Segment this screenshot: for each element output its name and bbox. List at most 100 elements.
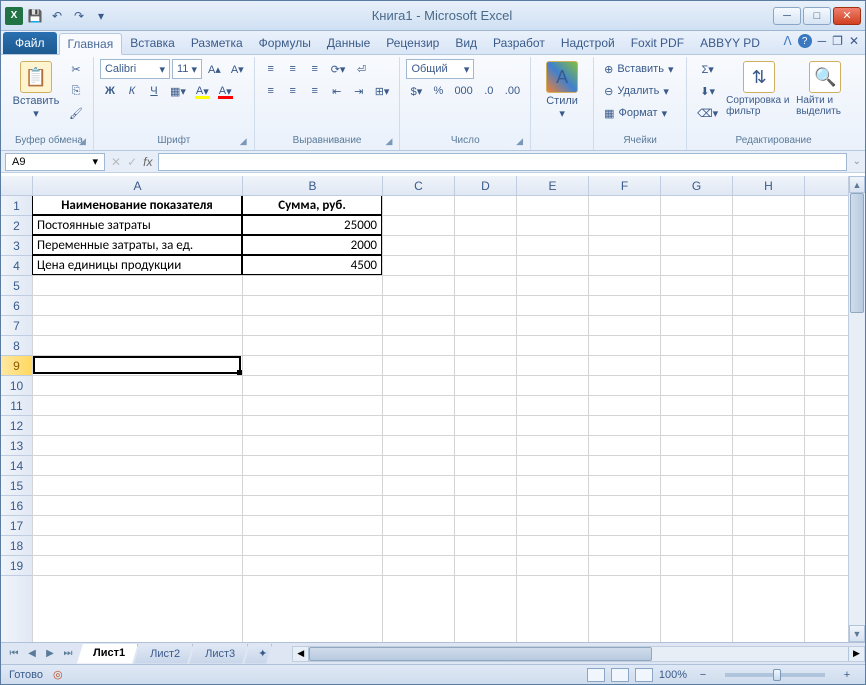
maximize-button[interactable]: □ xyxy=(803,7,831,25)
tab-formulas[interactable]: Формулы xyxy=(251,32,319,54)
cells-grid[interactable]: Наименование показателяСумма, руб.Постоя… xyxy=(33,196,865,642)
column-header-E[interactable]: E xyxy=(517,176,589,195)
cut-button[interactable]: ✂ xyxy=(65,59,87,79)
vertical-scrollbar[interactable]: ▲ ▼ xyxy=(848,176,865,642)
insert-cells-button[interactable]: ⊕ Вставить ▾ xyxy=(600,59,680,79)
cell-B1[interactable]: Сумма, руб. xyxy=(242,196,382,215)
row-header-15[interactable]: 15 xyxy=(1,476,33,496)
tab-insert[interactable]: Вставка xyxy=(122,32,183,54)
alignment-dialog-icon[interactable]: ◢ xyxy=(385,136,397,148)
row-header-11[interactable]: 11 xyxy=(1,396,33,416)
cancel-icon[interactable]: ✕ xyxy=(111,155,121,169)
cell-A2[interactable]: Постоянные затраты xyxy=(32,215,242,235)
border-button[interactable]: ▦▾ xyxy=(166,81,190,101)
cell-A1[interactable]: Наименование показателя xyxy=(32,196,242,215)
qat-dropdown[interactable]: ▾ xyxy=(91,6,111,26)
row-header-13[interactable]: 13 xyxy=(1,436,33,456)
cell-B4[interactable]: 4500 xyxy=(242,255,382,275)
redo-button[interactable]: ↷ xyxy=(69,6,89,26)
sheet-tab-1[interactable]: Лист1 xyxy=(77,644,138,664)
save-button[interactable]: 💾 xyxy=(25,6,45,26)
vscroll-thumb[interactable] xyxy=(850,193,864,313)
minimize-ribbon-icon[interactable]: ᐱ xyxy=(783,34,791,48)
doc-close-icon[interactable]: ✕ xyxy=(849,34,859,48)
tab-view[interactable]: Вид xyxy=(447,32,485,54)
view-page-break-button[interactable] xyxy=(635,668,653,682)
font-color-button[interactable]: A▾ xyxy=(215,81,236,101)
clear-button[interactable]: ⌫▾ xyxy=(693,103,722,123)
fx-icon[interactable]: fx xyxy=(143,155,152,169)
row-header-12[interactable]: 12 xyxy=(1,416,33,436)
cell-B3[interactable]: 2000 xyxy=(242,235,382,255)
shrink-font-button[interactable]: A▾ xyxy=(227,59,248,79)
tab-data[interactable]: Данные xyxy=(319,32,378,54)
column-header-A[interactable]: A xyxy=(33,176,243,195)
comma-button[interactable]: 000 xyxy=(450,81,476,101)
row-header-19[interactable]: 19 xyxy=(1,556,33,576)
copy-button[interactable]: ⎘ xyxy=(65,81,87,101)
column-header-F[interactable]: F xyxy=(589,176,661,195)
scroll-up-button[interactable]: ▲ xyxy=(849,176,865,193)
hscroll-thumb[interactable] xyxy=(309,647,651,661)
sheet-tab-2[interactable]: Лист2 xyxy=(134,644,193,664)
column-header-B[interactable]: B xyxy=(243,176,383,195)
zoom-in-button[interactable]: + xyxy=(837,665,857,685)
scroll-right-button[interactable]: ▶ xyxy=(848,647,864,661)
file-tab[interactable]: Файл xyxy=(3,32,57,54)
row-header-7[interactable]: 7 xyxy=(1,316,33,336)
name-box[interactable]: A9▾ xyxy=(5,153,105,171)
fill-color-button[interactable]: A▾ xyxy=(192,81,213,101)
expand-formula-bar-icon[interactable]: ⌄ xyxy=(853,156,861,167)
column-header-G[interactable]: G xyxy=(661,176,733,195)
decrease-decimal-button[interactable]: .00 xyxy=(501,81,524,101)
sheet-nav-prev[interactable]: ◀ xyxy=(23,645,41,663)
align-top-button[interactable]: ≡ xyxy=(261,59,281,79)
increase-indent-button[interactable]: ⇥ xyxy=(349,81,369,101)
clipboard-dialog-icon[interactable]: ◢ xyxy=(79,136,91,148)
row-header-5[interactable]: 5 xyxy=(1,276,33,296)
row-header-16[interactable]: 16 xyxy=(1,496,33,516)
view-normal-button[interactable] xyxy=(587,668,605,682)
row-header-10[interactable]: 10 xyxy=(1,376,33,396)
macro-record-icon[interactable]: ◎ xyxy=(53,668,63,681)
row-header-3[interactable]: 3 xyxy=(1,236,33,256)
wrap-text-button[interactable]: ⏎ xyxy=(351,59,371,79)
cell-A4[interactable]: Цена единицы продукции xyxy=(32,255,242,275)
underline-button[interactable]: Ч xyxy=(144,81,164,101)
row-header-6[interactable]: 6 xyxy=(1,296,33,316)
align-left-button[interactable]: ≡ xyxy=(261,81,281,101)
row-header-1[interactable]: 1 xyxy=(1,196,33,216)
tab-foxit[interactable]: Foxit PDF xyxy=(623,32,692,54)
bold-button[interactable]: Ж xyxy=(100,81,120,101)
align-bottom-button[interactable]: ≡ xyxy=(305,59,325,79)
zoom-out-button[interactable]: − xyxy=(693,665,713,685)
italic-button[interactable]: К xyxy=(122,81,142,101)
tab-home[interactable]: Главная xyxy=(59,33,123,55)
align-center-button[interactable]: ≡ xyxy=(283,81,303,101)
font-size-combo[interactable]: 11▾ xyxy=(172,59,202,79)
currency-button[interactable]: $▾ xyxy=(406,81,426,101)
row-header-8[interactable]: 8 xyxy=(1,336,33,356)
zoom-slider[interactable] xyxy=(725,673,825,677)
sheet-nav-next[interactable]: ▶ xyxy=(41,645,59,663)
zoom-level[interactable]: 100% xyxy=(659,669,687,681)
autosum-button[interactable]: Σ▾ xyxy=(693,59,722,79)
sheet-nav-first[interactable]: ⏮ xyxy=(5,645,23,663)
align-right-button[interactable]: ≡ xyxy=(305,81,325,101)
sort-filter-button[interactable]: ⇅ Сортировка и фильтр xyxy=(726,59,792,117)
doc-restore-icon[interactable]: ❐ xyxy=(832,34,843,48)
row-header-17[interactable]: 17 xyxy=(1,516,33,536)
orientation-button[interactable]: ⟳▾ xyxy=(327,59,350,79)
zoom-thumb[interactable] xyxy=(773,669,781,681)
column-header-D[interactable]: D xyxy=(455,176,517,195)
decrease-indent-button[interactable]: ⇤ xyxy=(327,81,347,101)
scroll-left-button[interactable]: ◀ xyxy=(293,647,309,661)
doc-minimize-icon[interactable]: ─ xyxy=(818,34,827,48)
tab-layout[interactable]: Разметка xyxy=(183,32,251,54)
horizontal-scrollbar[interactable]: ◀ ▶ xyxy=(292,646,865,662)
number-format-combo[interactable]: Общий▾ xyxy=(406,59,474,79)
new-sheet-button[interactable]: ✦ xyxy=(244,644,272,664)
cell-B2[interactable]: 25000 xyxy=(242,215,382,235)
find-select-button[interactable]: 🔍 Найти и выделить xyxy=(796,59,854,117)
paste-button[interactable]: 📋 Вставить ▾ xyxy=(11,59,61,120)
